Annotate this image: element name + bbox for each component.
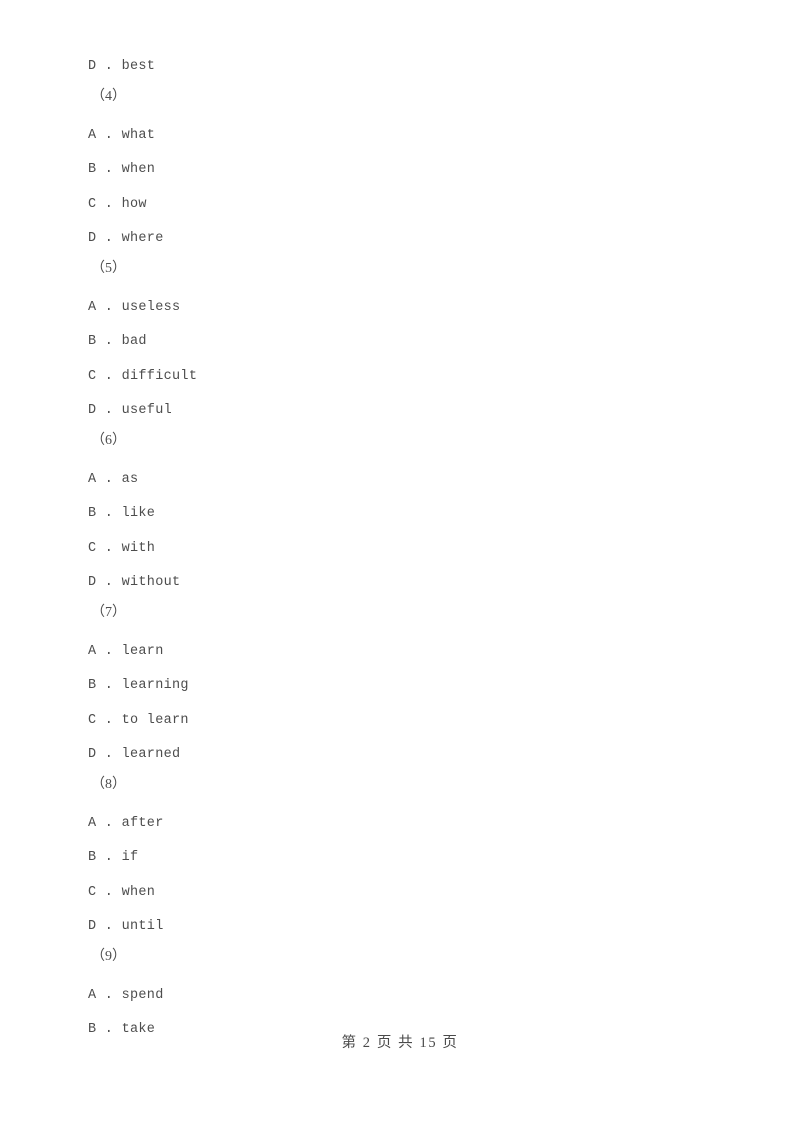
- group-number-label: （9）: [91, 949, 126, 964]
- answer-option: B . learning: [0, 667, 800, 701]
- group-number-label: （6）: [91, 433, 126, 448]
- option-label: B . bad: [88, 334, 147, 349]
- answer-option: C . when: [0, 874, 800, 908]
- answer-option: C . how: [0, 186, 800, 220]
- answer-option: B . if: [0, 839, 800, 873]
- page-footer: 第 2 页 共 15 页: [341, 1035, 459, 1051]
- option-label: C . difficult: [88, 369, 198, 384]
- answer-option: A . spend: [0, 977, 800, 1011]
- answer-option: A . as: [0, 461, 800, 495]
- option-label: C . with: [88, 541, 156, 556]
- answer-option: C . with: [0, 530, 800, 564]
- answer-option: B . bad: [0, 323, 800, 357]
- document-page: D . best （4） A . what B . when C . how D . wh…: [0, 0, 800, 1132]
- question-group-number: （7）: [0, 595, 800, 629]
- option-label: A . learn: [88, 644, 164, 659]
- answer-option: D . learned: [0, 736, 800, 770]
- option-label: A . what: [88, 128, 156, 143]
- answer-option: D . without: [0, 564, 800, 598]
- option-label: B . when: [88, 162, 156, 177]
- answer-option: C . to learn: [0, 702, 800, 736]
- option-label: C . how: [88, 197, 147, 212]
- option-label: B . like: [88, 506, 156, 521]
- answer-option: B . when: [0, 151, 800, 185]
- question-group-number: （6）: [0, 423, 800, 457]
- answer-option: A . after: [0, 805, 800, 839]
- option-label: C . to learn: [88, 713, 189, 728]
- answer-option: A . useless: [0, 289, 800, 323]
- answer-option: A . learn: [0, 633, 800, 667]
- answer-option: D . useful: [0, 392, 800, 426]
- answer-option: D . where: [0, 220, 800, 254]
- question-group-number: （9）: [0, 939, 800, 973]
- option-label: A . spend: [88, 988, 164, 1003]
- answer-option: B . like: [0, 495, 800, 529]
- answer-option: C . difficult: [0, 358, 800, 392]
- option-label: C . when: [88, 885, 156, 900]
- group-number-label: （4）: [91, 89, 126, 104]
- group-number-label: （7）: [91, 605, 126, 620]
- question-group-number: （8）: [0, 767, 800, 801]
- option-label: A . useless: [88, 300, 181, 315]
- option-label: B . learning: [88, 678, 189, 693]
- question-group-number: （4）: [0, 79, 800, 113]
- group-number-label: （8）: [91, 777, 126, 792]
- option-label: A . as: [88, 472, 139, 487]
- answer-option: D . best: [0, 48, 800, 82]
- group-number-label: （5）: [91, 261, 126, 276]
- question-group-number: （5）: [0, 251, 800, 285]
- answer-option: A . what: [0, 117, 800, 151]
- option-label: B . if: [88, 850, 139, 865]
- answer-option: D . until: [0, 908, 800, 942]
- option-label: A . after: [88, 816, 164, 831]
